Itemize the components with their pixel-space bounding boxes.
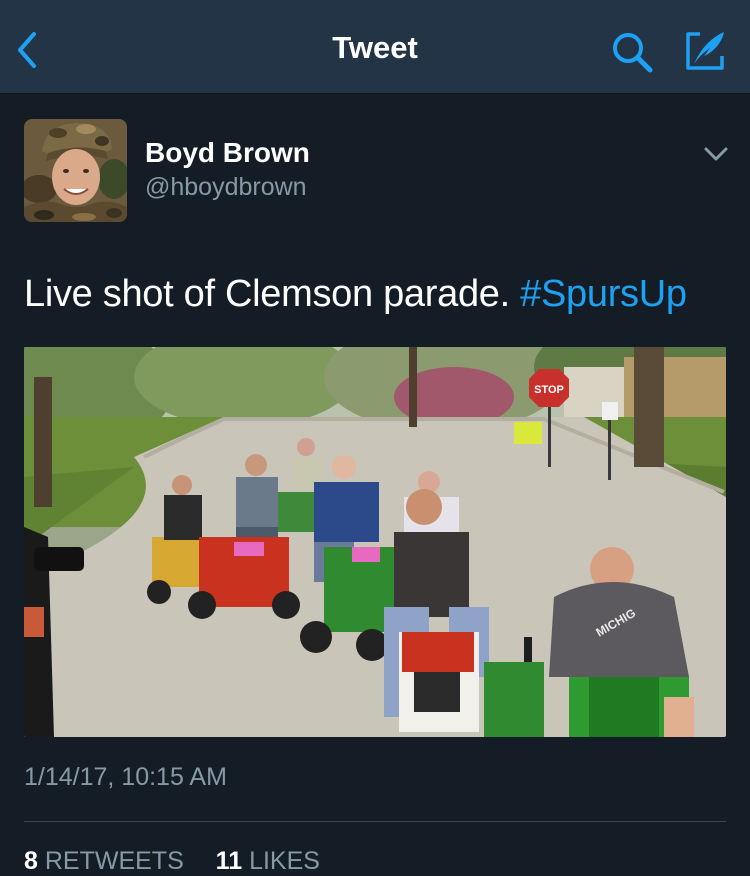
navigation-bar: Tweet [0,0,750,94]
likes-label[interactable]: LIKES [249,847,320,875]
tweet-photo[interactable]: STOP MICHIG [24,347,726,737]
avatar[interactable] [24,119,127,222]
retweets-count[interactable]: 8 [24,847,38,875]
author-name[interactable]: Boyd Brown [145,137,310,169]
tweet-timestamp: 1/14/17, 10:15 AM [24,763,227,791]
tweet-body-text: Live shot of Clemson parade. [24,273,521,315]
tweet-detail: Boyd Brown @hboydbrown Live shot of Clem… [0,95,750,875]
compose-quill-icon[interactable] [682,28,728,74]
search-icon[interactable] [610,30,654,74]
likes-count[interactable]: 11 [216,847,242,875]
tweet-stats: 8 RETWEETS 11 LIKES [24,847,320,876]
retweets-label[interactable]: RETWEETS [45,847,184,875]
stop-sign-text: STOP [534,384,564,396]
chevron-down-icon[interactable] [702,143,730,165]
hashtag-link[interactable]: #SpursUp [520,273,687,315]
tweet-text: Live shot of Clemson parade. #SpursUp [24,273,687,316]
author-handle[interactable]: @hboydbrown [145,173,307,202]
divider [24,821,726,822]
